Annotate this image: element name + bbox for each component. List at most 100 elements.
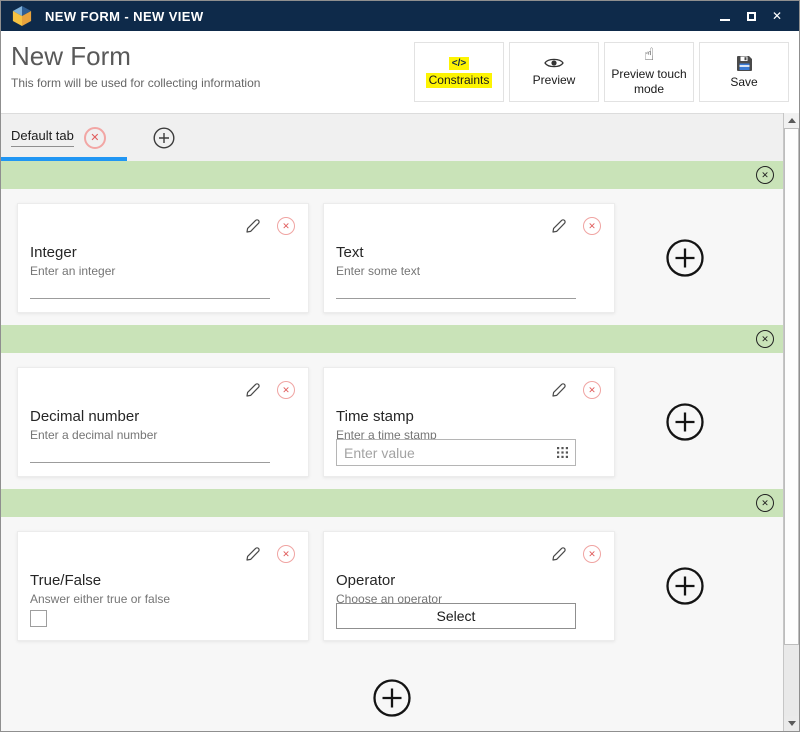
section-band: ✕ bbox=[1, 325, 783, 353]
delete-tab-icon: ✕ bbox=[90, 131, 99, 144]
add-field-icon bbox=[665, 402, 705, 442]
datetime-picker-icon[interactable] bbox=[557, 447, 568, 458]
field-title: Text bbox=[336, 244, 614, 261]
section-band: ✕ bbox=[1, 161, 783, 189]
text-input-preview bbox=[336, 298, 576, 299]
maximize-icon bbox=[747, 12, 756, 21]
field-row: ✕ Integer Enter an integer ✕ bbox=[17, 203, 783, 313]
add-field-button[interactable] bbox=[665, 238, 705, 278]
edit-field-button[interactable] bbox=[550, 217, 568, 235]
minimize-icon bbox=[720, 19, 730, 21]
window-title: NEW FORM - NEW VIEW bbox=[45, 9, 204, 24]
preview-touch-mode-label: Preview touch mode bbox=[605, 67, 693, 97]
field-subtitle: Enter some text bbox=[336, 264, 614, 278]
delete-field-icon: ✕ bbox=[282, 385, 290, 396]
field-title: Operator bbox=[336, 572, 614, 589]
floppy-icon bbox=[736, 55, 753, 72]
titlebar: NEW FORM - NEW VIEW ✕ bbox=[1, 1, 799, 31]
delete-field-button[interactable]: ✕ bbox=[583, 545, 601, 563]
add-field-button[interactable] bbox=[665, 402, 705, 442]
save-button[interactable]: Save bbox=[699, 42, 789, 102]
field-title: Decimal number bbox=[30, 408, 308, 425]
pencil-icon bbox=[550, 545, 568, 563]
field-row: ✕ True/False Answer either true or false… bbox=[17, 531, 783, 641]
delete-field-button[interactable]: ✕ bbox=[277, 545, 295, 563]
field-card-timestamp: ✕ Time stamp Enter a time stamp bbox=[323, 367, 615, 477]
page-title: New Form bbox=[11, 41, 260, 72]
constraints-button[interactable]: </> Constraints bbox=[414, 42, 504, 102]
field-card-boolean: ✕ True/False Answer either true or false bbox=[17, 531, 309, 641]
tab-default[interactable]: Default tab bbox=[11, 128, 74, 147]
delete-field-icon: ✕ bbox=[588, 549, 596, 560]
pencil-icon bbox=[550, 217, 568, 235]
scroll-up-icon bbox=[788, 118, 796, 123]
delete-field-button[interactable]: ✕ bbox=[277, 381, 295, 399]
add-field-icon bbox=[665, 238, 705, 278]
vertical-scrollbar bbox=[783, 113, 799, 731]
remove-section-button[interactable]: ✕ bbox=[756, 330, 774, 348]
pencil-icon bbox=[244, 545, 262, 563]
remove-section-button[interactable]: ✕ bbox=[756, 494, 774, 512]
header: New Form This form will be used for coll… bbox=[1, 31, 799, 113]
field-subtitle: Answer either true or false bbox=[30, 592, 308, 606]
edit-field-button[interactable] bbox=[244, 545, 262, 563]
delete-field-button[interactable]: ✕ bbox=[583, 217, 601, 235]
delete-field-icon: ✕ bbox=[282, 549, 290, 560]
edit-field-button[interactable] bbox=[244, 217, 262, 235]
add-row-button[interactable] bbox=[372, 678, 412, 718]
scrollbar-thumb[interactable] bbox=[784, 128, 799, 645]
field-title: Time stamp bbox=[336, 408, 614, 425]
add-tab-icon bbox=[153, 127, 175, 149]
pencil-icon bbox=[550, 381, 568, 399]
decimal-input-preview bbox=[30, 462, 270, 463]
touch-pointer-icon: ☝ bbox=[644, 47, 654, 64]
field-title: True/False bbox=[30, 572, 308, 589]
pencil-icon bbox=[244, 217, 262, 235]
integer-input-preview bbox=[30, 298, 270, 299]
scroll-down-button[interactable] bbox=[784, 716, 799, 731]
remove-section-icon: ✕ bbox=[761, 498, 769, 509]
delete-field-button[interactable]: ✕ bbox=[583, 381, 601, 399]
delete-field-icon: ✕ bbox=[588, 221, 596, 232]
timestamp-input[interactable] bbox=[344, 445, 557, 461]
delete-field-icon: ✕ bbox=[282, 221, 290, 232]
field-subtitle: Enter an integer bbox=[30, 264, 308, 278]
save-label: Save bbox=[730, 75, 757, 90]
add-tab-button[interactable] bbox=[153, 127, 175, 149]
field-row: ✕ Decimal number Enter a decimal number … bbox=[17, 367, 783, 477]
preview-button[interactable]: Preview bbox=[509, 42, 599, 102]
close-button[interactable]: ✕ bbox=[771, 10, 783, 22]
edit-field-button[interactable] bbox=[244, 381, 262, 399]
delete-field-icon: ✕ bbox=[588, 385, 596, 396]
minimize-button[interactable] bbox=[719, 10, 731, 22]
field-card-text: ✕ Text Enter some text bbox=[323, 203, 615, 313]
add-field-icon bbox=[665, 566, 705, 606]
operator-select[interactable]: Select bbox=[336, 603, 576, 629]
maximize-button[interactable] bbox=[745, 10, 757, 22]
edit-field-button[interactable] bbox=[550, 545, 568, 563]
boolean-checkbox[interactable] bbox=[30, 610, 47, 627]
scrollbar-track[interactable] bbox=[784, 128, 799, 716]
pencil-icon bbox=[244, 381, 262, 399]
app-cube-icon bbox=[11, 6, 33, 26]
add-field-button[interactable] bbox=[665, 566, 705, 606]
remove-section-icon: ✕ bbox=[761, 334, 769, 345]
edit-field-button[interactable] bbox=[550, 381, 568, 399]
field-card-decimal: ✕ Decimal number Enter a decimal number bbox=[17, 367, 309, 477]
remove-section-button[interactable]: ✕ bbox=[756, 166, 774, 184]
page-subtitle: This form will be used for collecting in… bbox=[11, 76, 260, 90]
field-card-operator: ✕ Operator Choose an operator Select bbox=[323, 531, 615, 641]
scroll-up-button[interactable] bbox=[784, 113, 799, 128]
eye-icon bbox=[544, 56, 564, 70]
code-icon: </> bbox=[449, 57, 469, 70]
toolbar: </> Constraints Preview ☝ Preview touch … bbox=[414, 31, 799, 113]
field-title: Integer bbox=[30, 244, 308, 261]
section-band: ✕ bbox=[1, 489, 783, 517]
delete-tab-button[interactable]: ✕ bbox=[84, 127, 106, 149]
add-row-icon bbox=[372, 678, 412, 718]
preview-touch-mode-button[interactable]: ☝ Preview touch mode bbox=[604, 42, 694, 102]
remove-section-icon: ✕ bbox=[761, 170, 769, 181]
field-subtitle: Enter a decimal number bbox=[30, 428, 308, 442]
preview-label: Preview bbox=[533, 73, 576, 88]
delete-field-button[interactable]: ✕ bbox=[277, 217, 295, 235]
